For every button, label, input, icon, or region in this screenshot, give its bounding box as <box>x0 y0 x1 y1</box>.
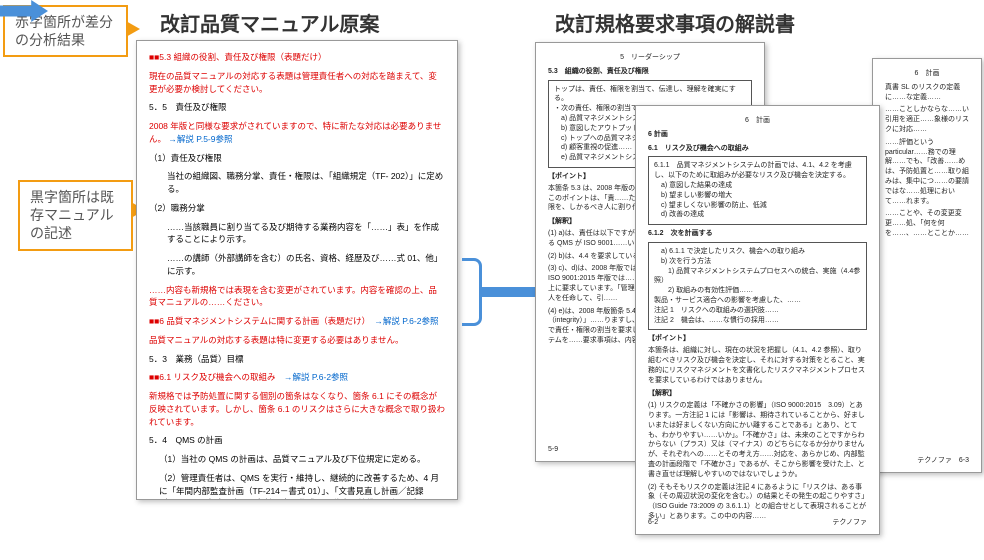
document-revised-manual-draft: ■■5.3 組織の役割、責任及び権限（表題だけ） 現在の品質マニュアルの対応する… <box>136 40 458 500</box>
callout-label: 黒字箇所は既存マニュアルの記述 <box>30 189 114 241</box>
line: 新規格では予防処置に関する個別の箇条はなくなり、箇条 6.1 にその概念が反映さ… <box>149 390 445 428</box>
line: ……の講師（外部講師を含む）の氏名、資格、経歴及び……式 01、他」に示す。 <box>149 252 445 278</box>
line: （2）管理責任者は、QMS を実行・維持し、継続的に改善するため、4 月に「年間… <box>149 472 445 500</box>
title-right-commentary: 改訂規格要求事項の解説書 <box>555 8 795 37</box>
line: 当社の組織図、職務分掌、責任・権限は、「組織規定（TF- 202）」に定める。 <box>149 170 445 196</box>
line: ……ことや、その変更変更……処、「何を何を……、……とことか…… <box>885 209 969 238</box>
spec-box: 6.1.1 品質マネジメントシステムの計画では、4.1、4.2 を考慮し、以下の… <box>648 156 867 225</box>
section-title: 5.3 組織の役割、責任及び権限 <box>548 67 752 77</box>
doc-header: 6 計画 <box>885 69 969 79</box>
line: ……当該職員に割り当てる及び期待する業務内容を「……」表」を作成することにより示… <box>149 221 445 247</box>
bracket-icon <box>462 258 482 326</box>
section-title: 6 計画 <box>648 130 867 140</box>
line: (2) そもそもリスクの定義は注記 4 にあるように「リスクは、ある事象（その周… <box>648 483 867 522</box>
doc-footer: テクノファ <box>832 518 867 528</box>
line: 5．4 QMS の計画 <box>149 434 445 447</box>
line: （1）当社の QMS の計画は、品質マニュアル及び下位規定に定める。 <box>149 453 445 466</box>
page-ref: →解説 P.6-2参照 <box>284 372 348 382</box>
line: 現在の品質マニュアルの対応する表題は管理責任者への対応を踏まえて、変更が必要か検… <box>149 70 445 96</box>
line: (1) リスクの定義は「不確かさの影響」（ISO 9000:2015 3.09）… <box>648 401 867 479</box>
callout-black-existing: 黒字箇所は既存マニュアルの記述 <box>18 180 133 251</box>
section-title: 6.1 リスク及び機会への取組み <box>648 144 867 154</box>
line: ……ことしかならな……い引用を適正……象様のリスクに対応…… <box>885 105 969 134</box>
spec-box: a) 6.1.1 で決定したリスク、機会への取り組み b) 次を行う方法 1) … <box>648 242 867 330</box>
line: 5．3 業務（品質）目標 <box>149 353 445 366</box>
line: 本箇条は、組織に対し、現在の状況を把握し（4.1、4.2 参照）、取り組むべきリ… <box>648 346 867 385</box>
line: ……評価という particular……務での理解……でも、「改善……めは、予防… <box>885 138 969 207</box>
page-ref: →解説 P.5-9参照 <box>168 134 232 144</box>
line: 5．5 責任及び権限 <box>149 101 445 114</box>
interpret-label: 【解釈】 <box>648 389 867 399</box>
callout-label: 赤字箇所が差分の分析結果 <box>15 14 113 48</box>
line: ■■6.1 リスク及び機会への取組み <box>149 372 275 382</box>
document-commentary-page3: 6 計画 真書 SL のリスクの定義に……な定義…… ……ことしかならな……い引… <box>872 58 982 473</box>
line: （1）責任及び権限 <box>149 152 445 165</box>
line: 品質マニュアルの対応する表題は特に変更する必要はありません。 <box>149 334 445 347</box>
title-left-manual: 改訂品質マニュアル原案 <box>160 8 379 37</box>
callout-arrow-icon <box>126 21 140 37</box>
line: ……内容も新規格では表現を含む変更がされています。内容を確認の上、品質マニュアル… <box>149 284 445 310</box>
doc-footer: 6-2 <box>648 518 658 528</box>
section-title: 6.1.2 次を計画する <box>648 229 867 239</box>
line: （2）職務分掌 <box>149 202 445 215</box>
doc-header: 6 計画 <box>648 116 867 126</box>
line: ■■6 品質マネジメントシステムに関する計画（表題だけ） <box>149 316 366 326</box>
doc-header: 5 リーダーシップ <box>548 53 752 63</box>
doc-footer: 5-9 <box>548 445 558 455</box>
document-commentary-page2: 6 計画 6 計画 6.1 リスク及び機会への取組み 6.1.1 品質マネジメン… <box>635 105 880 535</box>
page-ref: →解説 P.6-2参照 <box>374 316 438 326</box>
point-label: 【ポイント】 <box>648 334 867 344</box>
doc-footer: テクノファ 6-3 <box>917 456 969 466</box>
line: ■■5.3 組織の役割、責任及び権限（表題だけ） <box>149 51 445 64</box>
line: 真書 SL のリスクの定義に……な定義…… <box>885 83 969 103</box>
